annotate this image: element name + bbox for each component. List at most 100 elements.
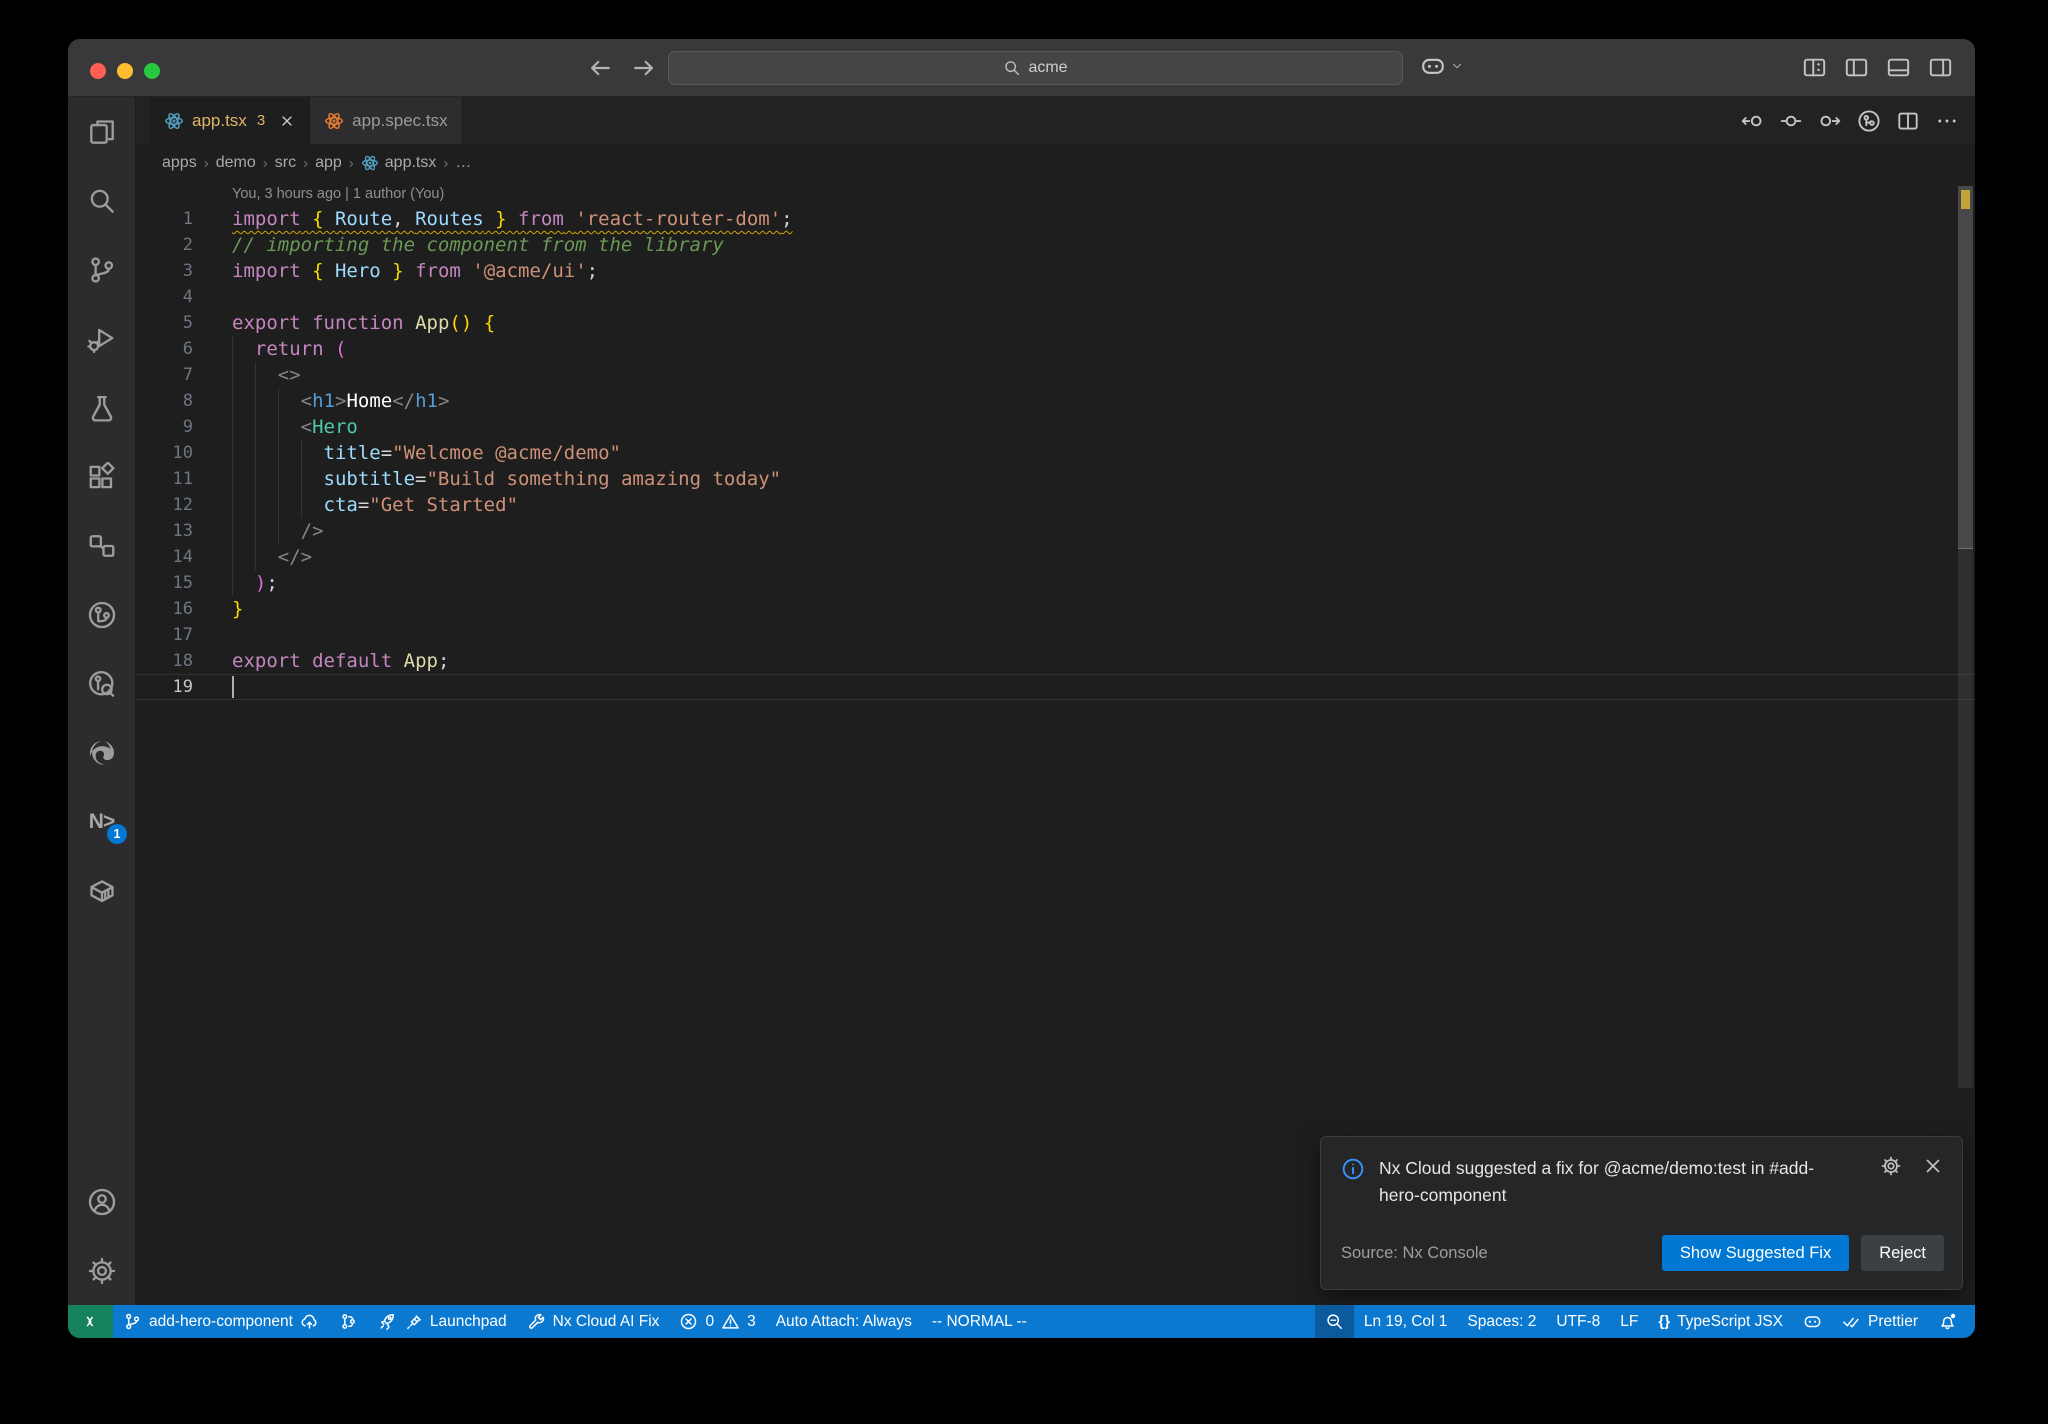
statusbar-encoding[interactable]: UTF-8 [1546,1305,1610,1338]
activity-bar-search[interactable] [68,166,135,235]
activity-bar-run-debug[interactable] [68,304,135,373]
nav-forward-icon[interactable] [630,54,658,82]
code-line-12[interactable]: 12 cta="Get Started" [136,492,1975,518]
layout-sidebar-right-icon[interactable] [1928,55,1953,80]
settings-icon [87,1256,117,1286]
statusbar-auto-attach[interactable]: Auto Attach: Always [766,1305,922,1338]
statusbar-remote-indicator[interactable] [68,1305,113,1338]
statusbar-formatter[interactable]: Prettier [1832,1305,1928,1338]
activity-bar-project-graph[interactable] [68,511,135,580]
statusbar-language-mode[interactable]: {} TypeScript JSX [1648,1305,1793,1338]
code-line-6[interactable]: 6 return ( [136,336,1975,362]
statusbar-cursor-position[interactable]: Ln 19, Col 1 [1354,1305,1458,1338]
notification-settings-gear-icon[interactable] [1880,1155,1902,1177]
breadcrumb-item-app.tsx[interactable]: app.tsx [361,154,436,172]
prev-change-icon[interactable] [1740,109,1764,133]
activity-bar-testing[interactable] [68,373,135,442]
statusbar-nx-cloud-ai-fix[interactable]: Nx Cloud AI Fix [517,1305,670,1338]
notification-close-icon[interactable] [1922,1155,1944,1177]
activity-bar-settings[interactable] [68,1236,135,1305]
code-line-9[interactable]: 9 <Hero [136,414,1975,440]
breadcrumb-item-apps[interactable]: apps [162,154,197,172]
code-line-13[interactable]: 13 /> [136,518,1975,544]
code-line-5[interactable]: 5 export function App() { [136,310,1975,336]
close-window-button[interactable] [90,63,106,79]
nav-back-icon[interactable] [586,54,614,82]
copilot-icon [1803,1312,1822,1331]
statusbar-notifications-bell[interactable] [1928,1305,1967,1338]
breadcrumb-item-…[interactable]: … [455,154,471,172]
code-line-1[interactable]: 1 import { Route, Routes } from 'react-ro… [136,206,1975,232]
testing-icon [87,393,117,423]
activity-bar-gitlens-inspect[interactable] [68,649,135,718]
show-suggested-fix-button[interactable]: Show Suggested Fix [1661,1235,1850,1271]
code-line-19[interactable]: 19 [136,674,1975,700]
code-line-17[interactable]: 17 [136,622,1975,648]
statusbar-zoom-indicator[interactable] [1314,1305,1354,1338]
activity-bar-source-control[interactable] [68,235,135,304]
code-token: ; [586,260,599,282]
notification-message: Nx Cloud suggested a fix for @acme/demo:… [1379,1157,1815,1205]
activity-bar-nx-console[interactable]: N> 1 [68,787,135,856]
code-line-10[interactable]: 10 title="Welcmoe @acme/demo" [136,440,1975,466]
code-line-14[interactable]: 14 </> [136,544,1975,570]
statusbar-indentation[interactable]: Spaces: 2 [1457,1305,1546,1338]
code-editor[interactable]: You, 3 hours ago | 1 author (You) 1 impor… [136,182,1975,1305]
statusbar-problems[interactable]: 03 [669,1305,765,1338]
code-line-15[interactable]: 15 ); [136,570,1975,596]
command-center-search[interactable]: acme [668,51,1403,85]
breadcrumb-item-src[interactable]: src [275,154,296,172]
code-line-4[interactable]: 4 [136,284,1975,310]
open-change-icon[interactable] [1779,109,1803,133]
customize-layout-icon[interactable] [1802,55,1827,80]
code-line-16[interactable]: 16} [136,596,1975,622]
statusbar-commit-graph[interactable] [329,1305,368,1338]
tab-app.spec.tsx[interactable]: app.spec.tsx [310,97,463,144]
commit-graph-circled-icon[interactable] [1857,109,1881,133]
activity-bar-extensions[interactable] [68,442,135,511]
indent-guide [232,388,233,414]
statusbar-branch-status[interactable]: add-hero-component [113,1305,329,1338]
statusbar-eol[interactable]: LF [1610,1305,1648,1338]
layout-sidebar-left-icon[interactable] [1844,55,1869,80]
activity-bar-edge-browser[interactable] [68,718,135,787]
statusbar-vim-mode[interactable]: -- NORMAL -- [922,1305,1037,1338]
more-actions-icon[interactable] [1935,109,1959,133]
search-icon [87,186,117,216]
code-token: = [380,442,393,464]
activity-bar-containers[interactable] [68,856,135,925]
code-line-8[interactable]: 8 <h1>Home</h1> [136,388,1975,414]
reject-button[interactable]: Reject [1861,1235,1944,1271]
editor-scrollbar[interactable] [1958,186,1973,548]
code-lens[interactable]: You, 3 hours ago | 1 author (You) [136,182,1975,206]
line-number: 14 [172,547,193,567]
code-line-3[interactable]: 3 import { Hero } from '@acme/ui'; [136,258,1975,284]
code-line-2[interactable]: 2 // importing the component from the lib… [136,232,1975,258]
tab-close-icon[interactable] [279,113,295,129]
breadcrumb-item-app[interactable]: app [315,154,342,172]
tab-app.tsx[interactable]: app.tsx 3 [150,97,311,144]
statusbar-copilot-status[interactable] [1793,1305,1832,1338]
code-token: Home [346,390,393,412]
statusbar-label: add-hero-component [149,1312,293,1330]
line-number: 2 [182,235,193,255]
zoom-window-button[interactable] [144,63,160,79]
breadcrumb-item-demo[interactable]: demo [216,154,256,172]
code-line-11[interactable]: 11 subtitle="Build something amazing tod… [136,466,1975,492]
code-line-7[interactable]: 7 <> [136,362,1975,388]
layout-panel-icon[interactable] [1886,55,1911,80]
indent-guide [277,414,279,440]
indent-guide [254,518,256,544]
activity-bar-gitlens[interactable] [68,580,135,649]
copilot-menu-button[interactable] [1420,53,1464,79]
split-editor-icon[interactable] [1896,109,1920,133]
next-change-icon[interactable] [1818,109,1842,133]
activity-bar-accounts[interactable] [68,1167,135,1236]
minimize-window-button[interactable] [117,63,133,79]
statusbar-label: Launchpad [429,1312,507,1330]
code-line-18[interactable]: 18 export default App; [136,648,1975,674]
statusbar-launchpad[interactable]: Launchpad [368,1305,517,1338]
editor-scrollbar-track[interactable] [1958,548,1973,1088]
activity-bar-explorer[interactable] [68,97,135,166]
